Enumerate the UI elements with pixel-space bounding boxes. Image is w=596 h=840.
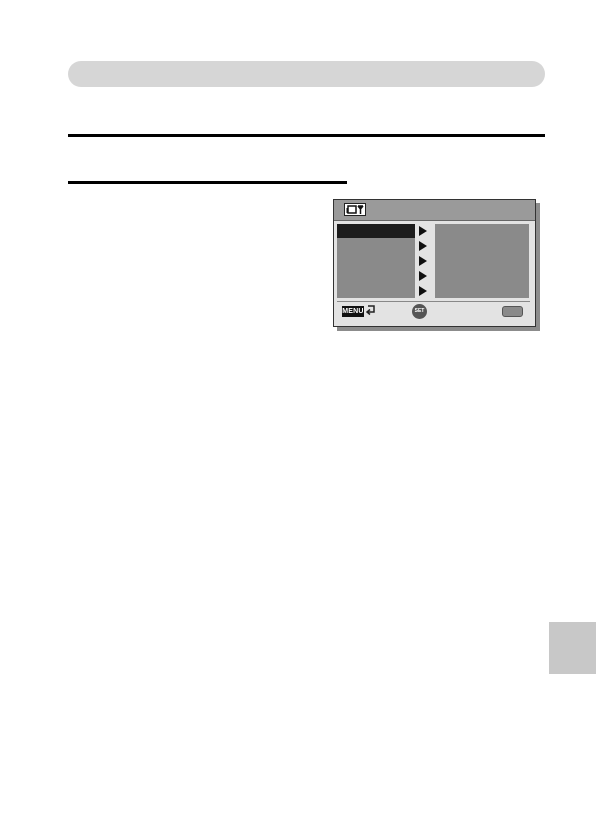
menu-item[interactable] [337, 284, 415, 298]
footer-divider [337, 301, 530, 302]
screen-title-bar [334, 200, 535, 221]
menu-item-selected[interactable] [337, 224, 415, 238]
section-header-bar [68, 61, 545, 87]
settings-panel [435, 224, 529, 298]
arrow-right-icon [419, 271, 427, 281]
menu-button-icon: MENU [342, 306, 364, 317]
menu-item[interactable] [337, 254, 415, 268]
set-button-icon: SET [412, 304, 427, 319]
setup-mode-icon [344, 203, 366, 216]
arrow-right-icon [419, 286, 427, 296]
direction-key-icon [502, 306, 523, 317]
menu-item[interactable] [337, 239, 415, 253]
chapter-tab [549, 622, 596, 674]
camera-menu-screen: MENU SET [333, 199, 536, 327]
menu-list [337, 224, 415, 298]
arrow-right-icon [419, 241, 427, 251]
subheading-rule [68, 181, 347, 184]
menu-item[interactable] [337, 269, 415, 283]
return-icon [366, 305, 375, 316]
arrow-right-icon [419, 256, 427, 266]
heading-rule [68, 134, 545, 137]
arrow-right-icon [419, 226, 427, 236]
